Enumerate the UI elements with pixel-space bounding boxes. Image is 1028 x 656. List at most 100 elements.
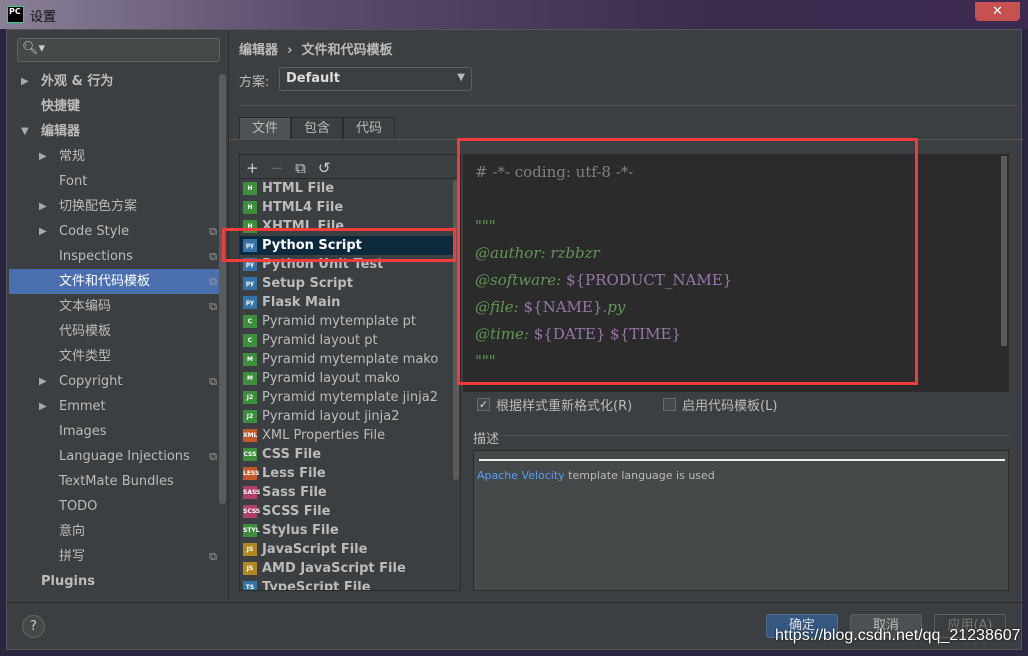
file-type-icon: SCSS: [243, 505, 260, 518]
help-button[interactable]: ?: [22, 615, 45, 638]
sidebar-item[interactable]: ▶ Copyright ⧉: [9, 369, 219, 394]
sidebar-item-label: 代码模板: [59, 324, 112, 339]
velocity-link[interactable]: Apache Velocity: [477, 469, 565, 482]
file-type-icon: C: [243, 334, 257, 347]
chevron-right-icon[interactable]: ▶: [39, 219, 47, 244]
sidebar-item-label: 意向: [59, 524, 86, 539]
template-list-item[interactable]: C Pyramid mytemplate pt: [240, 312, 460, 331]
live-template-checkbox[interactable]: 启用代码模板(L): [663, 395, 777, 414]
template-list-item[interactable]: J2 Pyramid layout jinja2: [240, 407, 460, 426]
template-list-item[interactable]: SCSS SCSS File: [240, 502, 460, 521]
separator: [239, 105, 1017, 106]
sidebar-item-label: Inspections: [59, 249, 133, 264]
description-label: 描述: [473, 432, 500, 447]
template-list-item[interactable]: H HTML4 File: [240, 198, 460, 217]
project-copy-icon: ⧉: [209, 250, 217, 263]
sidebar-item[interactable]: ▼ 编辑器: [9, 119, 219, 144]
sidebar-item[interactable]: 拼写 ⧉: [9, 544, 219, 569]
sidebar-item-label: Code Style: [59, 224, 130, 239]
sidebar-item[interactable]: Images: [9, 419, 219, 444]
file-type-icon: H: [243, 201, 257, 214]
chevron-right-icon[interactable]: ▶: [39, 144, 47, 169]
template-list-item[interactable]: JS AMD JavaScript File: [240, 559, 460, 578]
sidebar-item[interactable]: 文本编码 ⧉: [9, 294, 219, 319]
sidebar-item[interactable]: 意向: [9, 519, 219, 544]
tab-includes[interactable]: 包含: [291, 117, 344, 139]
template-name: SCSS File: [262, 504, 331, 519]
remove-icon[interactable]: −: [271, 159, 284, 177]
file-type-icon: py: [243, 296, 257, 309]
template-list-item[interactable]: J2 Pyramid mytemplate jinja2: [240, 388, 460, 407]
sidebar-item-label: TextMate Bundles: [59, 474, 174, 489]
template-name: Setup Script: [262, 276, 353, 291]
sidebar-item[interactable]: TextMate Bundles: [9, 469, 219, 494]
sidebar-item[interactable]: ▶ 常规: [9, 144, 219, 169]
sidebar-item[interactable]: ▶ Emmet: [9, 394, 219, 419]
breadcrumb: 编辑器 › 文件和代码模板: [239, 39, 393, 58]
template-list-item[interactable]: JS JavaScript File: [240, 540, 460, 559]
search-input[interactable]: 🔍︎▾: [17, 38, 220, 62]
file-type-icon: JS: [243, 562, 257, 575]
checkbox-checked-icon: ✓: [477, 398, 490, 411]
scheme-dropdown[interactable]: Default ▼: [279, 67, 472, 91]
reset-icon[interactable]: ↺: [318, 159, 331, 177]
sidebar-item[interactable]: Language Injections ⧉: [9, 444, 219, 469]
template-name: AMD JavaScript File: [262, 561, 406, 576]
template-list-item[interactable]: LESS Less File: [240, 464, 460, 483]
template-name: CSS File: [262, 447, 322, 462]
template-list-item[interactable]: XML XML Properties File: [240, 426, 460, 445]
divider: [228, 30, 229, 600]
template-list-item[interactable]: H HTML File: [240, 179, 460, 198]
template-list-item[interactable]: py Setup Script: [240, 274, 460, 293]
description-separator: [503, 435, 1009, 436]
sidebar-item-label: Plugins: [41, 574, 95, 589]
file-type-icon: JS: [243, 543, 257, 556]
sidebar-item[interactable]: 文件和代码模板 ⧉: [9, 269, 219, 294]
sidebar-item[interactable]: ▶ 切换配色方案: [9, 194, 219, 219]
template-name: Pyramid layout jinja2: [262, 409, 400, 424]
template-list-item[interactable]: TS TypeScript File: [240, 578, 460, 590]
footer-separator: [7, 602, 1023, 603]
file-type-icon: py: [243, 277, 257, 290]
window-title: 设置: [30, 10, 57, 25]
sidebar-scrollbar[interactable]: [219, 74, 226, 504]
title-bar: PC 设置 ✕: [0, 0, 1028, 29]
sidebar-item[interactable]: Font: [9, 169, 219, 194]
reformat-checkbox[interactable]: ✓ 根据样式重新格式化(R): [477, 395, 632, 414]
sidebar-item-label: 常规: [59, 149, 86, 164]
file-type-icon: LESS: [243, 467, 259, 480]
copy-icon[interactable]: ⧉: [295, 159, 306, 177]
sidebar-item[interactable]: ▶ Code Style ⧉: [9, 219, 219, 244]
sidebar-item[interactable]: 快捷键: [9, 94, 219, 119]
template-list-item[interactable]: CSS CSS File: [240, 445, 460, 464]
sidebar-item[interactable]: TODO: [9, 494, 219, 519]
template-list-item[interactable]: M Pyramid mytemplate mako: [240, 350, 460, 369]
template-name: Pyramid layout mako: [262, 371, 400, 386]
add-icon[interactable]: +: [246, 159, 259, 177]
sidebar-item[interactable]: 文件类型: [9, 344, 219, 369]
chevron-right-icon[interactable]: ▶: [39, 394, 47, 419]
breadcrumb-separator: ›: [287, 43, 293, 58]
sidebar-item[interactable]: Plugins: [9, 569, 219, 594]
chevron-down-icon[interactable]: ▼: [21, 119, 29, 144]
template-list-item[interactable]: py Flask Main: [240, 293, 460, 312]
sidebar-item[interactable]: 代码模板: [9, 319, 219, 344]
live-template-label: 启用代码模板(L): [682, 399, 778, 414]
sidebar-item[interactable]: Inspections ⧉: [9, 244, 219, 269]
tab-code[interactable]: 代码: [343, 117, 396, 139]
template-list-item[interactable]: C Pyramid layout pt: [240, 331, 460, 350]
tab-files[interactable]: 文件: [239, 117, 292, 139]
settings-tree: ▶ 外观 & 行为 快捷键 ▼ 编辑器 ▶ 常规 Font ▶ 切换配色方案 ▶ Code Style…: [9, 69, 219, 594]
chevron-right-icon[interactable]: ▶: [39, 369, 47, 394]
editor-scrollbar[interactable]: [1001, 156, 1007, 346]
sidebar-item[interactable]: ▶ 外观 & 行为: [9, 69, 219, 94]
close-button[interactable]: ✕: [975, 2, 1020, 21]
chevron-right-icon[interactable]: ▶: [21, 69, 29, 94]
template-list-item[interactable]: SASS Sass File: [240, 483, 460, 502]
chevron-right-icon[interactable]: ▶: [39, 194, 47, 219]
template-list-item[interactable]: M Pyramid layout mako: [240, 369, 460, 388]
template-list-item[interactable]: STYL Stylus File: [240, 521, 460, 540]
scheme-value: Default: [286, 71, 340, 86]
watermark: https://blog.csdn.net/qq_21238607: [775, 627, 1021, 644]
project-copy-icon: ⧉: [209, 300, 217, 313]
